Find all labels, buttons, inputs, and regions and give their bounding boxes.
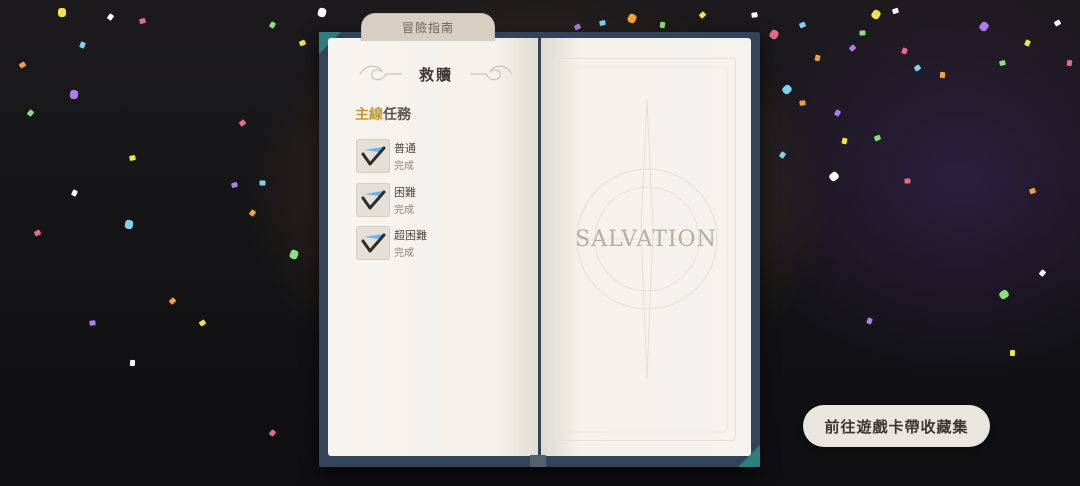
confetti-piece bbox=[978, 20, 990, 33]
confetti-piece bbox=[124, 219, 134, 230]
confetti-piece bbox=[58, 8, 66, 17]
quest-difficulty-label: 普通 bbox=[394, 142, 416, 155]
confetti-piece bbox=[79, 41, 86, 49]
confetti-piece bbox=[268, 21, 277, 29]
confetti-piece bbox=[768, 28, 780, 41]
confetti-piece bbox=[69, 89, 79, 100]
confetti-piece bbox=[999, 59, 1006, 67]
confetti-piece bbox=[891, 7, 900, 15]
confetti-piece bbox=[814, 54, 821, 62]
confetti-piece bbox=[198, 319, 207, 327]
check-icon bbox=[356, 183, 390, 217]
tab-label: 冒險指南 bbox=[401, 21, 454, 35]
confetti-piece bbox=[238, 119, 247, 127]
confetti-piece bbox=[1038, 269, 1047, 277]
confetti-piece bbox=[230, 181, 239, 189]
quest-status-label: 完成 bbox=[394, 161, 414, 172]
confetti-piece bbox=[89, 320, 96, 326]
quest-difficulty-label: 困難 bbox=[394, 186, 416, 199]
confetti-piece bbox=[913, 64, 922, 72]
chapter-title-text: 救贖 bbox=[418, 66, 453, 84]
confetti-piece bbox=[26, 109, 35, 117]
check-icon bbox=[356, 226, 390, 260]
confetti-piece bbox=[799, 100, 806, 106]
confetti-piece bbox=[780, 83, 794, 96]
confetti-piece bbox=[248, 209, 257, 217]
section-title-rest: 任務 bbox=[383, 107, 411, 123]
confetti-piece bbox=[901, 47, 908, 55]
confetti-piece bbox=[168, 297, 177, 305]
bookmark-ribbon bbox=[530, 455, 546, 467]
quest-item-very-hard: 超困難 完成 bbox=[356, 226, 476, 260]
confetti-piece bbox=[866, 317, 873, 325]
quest-item-hard: 困難 完成 bbox=[356, 183, 476, 217]
confetti-piece bbox=[904, 178, 911, 184]
confetti-piece bbox=[129, 154, 136, 162]
quest-status-label: 完成 bbox=[394, 248, 414, 259]
confetti-piece bbox=[848, 44, 857, 52]
confetti-piece bbox=[827, 170, 841, 183]
confetti-piece bbox=[870, 8, 882, 21]
confetti-piece bbox=[1053, 19, 1062, 27]
quest-difficulty-label: 超困難 bbox=[394, 229, 427, 242]
confetti-piece bbox=[698, 11, 707, 19]
check-icon bbox=[356, 139, 390, 173]
quest-item-normal: 普通 完成 bbox=[356, 139, 476, 173]
quest-status-label: 完成 bbox=[394, 205, 414, 216]
confetti-piece bbox=[316, 7, 328, 18]
confetti-piece bbox=[33, 229, 42, 237]
confetti-piece bbox=[599, 19, 606, 27]
confetti-piece bbox=[939, 71, 946, 79]
confetti-piece bbox=[106, 13, 115, 21]
confetti-piece bbox=[1066, 59, 1073, 67]
confetti-piece bbox=[833, 109, 842, 117]
tab-adventure-guide[interactable]: 冒險指南 bbox=[361, 13, 495, 41]
confetti-piece bbox=[659, 21, 666, 29]
confetti-piece bbox=[18, 61, 27, 69]
section-title-accent: 主線 bbox=[355, 107, 383, 123]
confetti-piece bbox=[288, 248, 300, 261]
confetti-piece bbox=[1028, 187, 1037, 195]
confetti-piece bbox=[268, 429, 277, 437]
confetti-piece bbox=[138, 17, 147, 25]
confetti-piece bbox=[859, 30, 866, 36]
confetti-piece bbox=[626, 12, 638, 25]
confetti-piece bbox=[573, 23, 582, 31]
confetti-piece bbox=[298, 39, 307, 47]
confetti-piece bbox=[1009, 349, 1016, 357]
confetti-piece bbox=[751, 12, 758, 18]
confetti-piece bbox=[998, 288, 1010, 301]
chapter-title: 救贖 bbox=[356, 58, 516, 90]
section-title: 主線任務 bbox=[355, 104, 411, 124]
confetti-piece bbox=[70, 189, 79, 197]
confetti-piece bbox=[798, 21, 807, 29]
confetti-piece bbox=[259, 180, 266, 186]
card-title: SALVATION bbox=[575, 227, 717, 252]
confetti-piece bbox=[1023, 39, 1032, 47]
button-label: 前往遊戲卡帶收藏集 bbox=[824, 417, 969, 436]
confetti-piece bbox=[873, 134, 882, 142]
go-to-cartridge-collection-button[interactable]: 前往遊戲卡帶收藏集 bbox=[803, 405, 990, 447]
confetti-piece bbox=[778, 151, 787, 159]
confetti-piece bbox=[841, 137, 848, 145]
confetti-piece bbox=[129, 359, 136, 367]
